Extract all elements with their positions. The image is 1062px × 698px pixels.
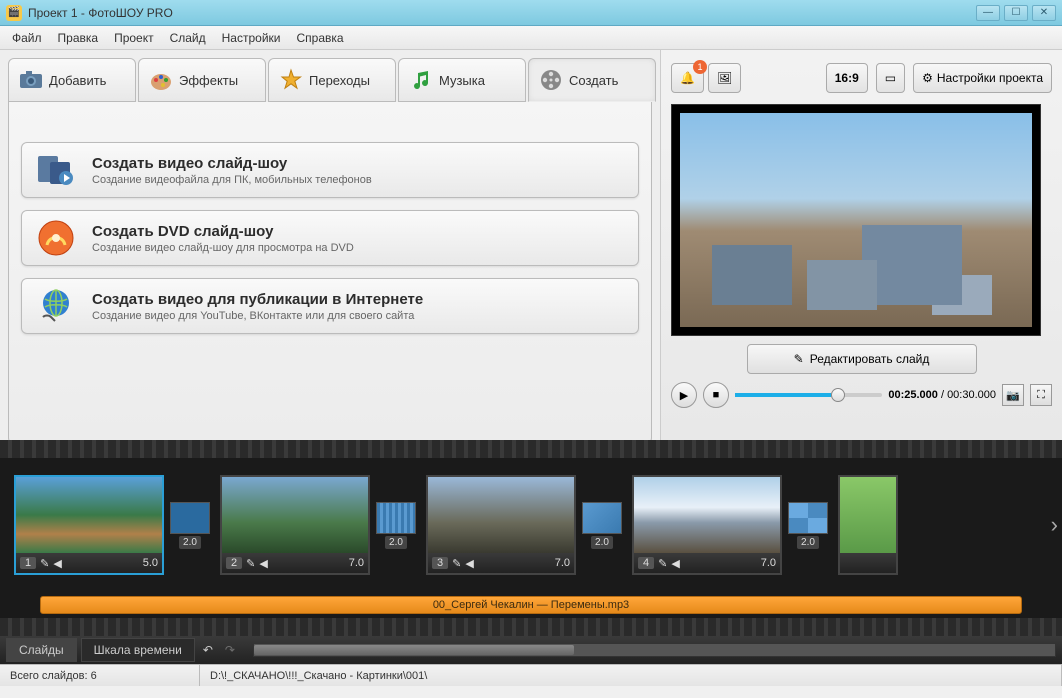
chevron-left-icon[interactable]: ◀	[53, 557, 61, 570]
menu-slide[interactable]: Слайд	[162, 31, 214, 45]
create-video-desc: Создание видеофайла для ПК, мобильных те…	[92, 174, 372, 186]
tab-music[interactable]: Музыка	[398, 58, 526, 102]
statusbar: Всего слайдов: 6 D:\!_СКАЧАНО\!!!_Скачан…	[0, 664, 1062, 686]
slide-thumb-2[interactable]: 2✎◀7.0	[220, 475, 370, 575]
create-dvd-desc: Создание видео слайд-шоу для просмотра н…	[92, 242, 354, 254]
tab-transitions[interactable]: Переходы	[268, 58, 396, 102]
view-slides-tab[interactable]: Слайды	[6, 638, 77, 662]
pencil-icon: ✎	[794, 352, 804, 366]
dvd-icon	[36, 218, 76, 258]
chevron-left-icon[interactable]: ◀	[259, 557, 267, 570]
globe-icon	[36, 286, 76, 326]
camera-small-icon: 📷	[1006, 389, 1020, 402]
notification-count: 1	[693, 60, 707, 74]
create-web-desc: Создание видео для YouTube, ВКонтакте ил…	[92, 310, 423, 322]
redo-button[interactable]: ↷	[221, 643, 239, 657]
edit-icon[interactable]: ✎	[246, 557, 255, 570]
stop-button[interactable]: ■	[703, 382, 729, 408]
create-dvd-title: Создать DVD слайд-шоу	[92, 223, 354, 240]
snapshot-button[interactable]: 📷	[1002, 384, 1024, 406]
notifications-button[interactable]: 🔔 1	[671, 63, 704, 93]
slide-thumb-1[interactable]: 1✎◀5.0	[14, 475, 164, 575]
app-icon: 🎬	[6, 5, 22, 21]
create-web-title: Создать видео для публикации в Интернете	[92, 291, 423, 308]
transition-4[interactable]: 2.0	[788, 502, 828, 549]
maximize-button[interactable]: ☐	[1004, 5, 1028, 21]
menu-help[interactable]: Справка	[288, 31, 351, 45]
create-panel: Создать видео слайд-шоу Создание видеофа…	[8, 102, 652, 444]
chevron-left-icon[interactable]: ◀	[465, 557, 473, 570]
tab-create[interactable]: Создать	[528, 58, 656, 102]
status-path: D:\!_СКАЧАНО\!!!_Скачано - Картинки\001\	[200, 665, 1062, 686]
play-button[interactable]: ▶	[671, 382, 697, 408]
view-timeline-tab[interactable]: Шкала времени	[81, 638, 195, 662]
chevron-left-icon[interactable]: ◀	[671, 557, 679, 570]
safe-zone-button[interactable]: ▭	[876, 63, 905, 93]
slide-thumb-5[interactable]	[838, 475, 898, 575]
music-icon	[409, 68, 433, 92]
expand-icon: ⛶	[1037, 389, 1045, 402]
tab-add[interactable]: Добавить	[8, 58, 136, 102]
audio-track[interactable]: 00_Сергей Чекалин — Перемены.mp3	[40, 596, 1022, 614]
video-file-icon	[36, 150, 76, 190]
seek-slider[interactable]	[735, 393, 882, 397]
slide-thumb-3[interactable]: 3✎◀7.0	[426, 475, 576, 575]
timeline-scrollbar[interactable]	[253, 643, 1056, 657]
timeline-scroll-right[interactable]: ›	[1051, 512, 1058, 538]
edit-icon[interactable]: ✎	[40, 557, 49, 570]
tab-effects[interactable]: Эффекты	[138, 58, 266, 102]
titlebar: 🎬 Проект 1 - ФотоШОУ PRO — ☐ ✕	[0, 0, 1062, 26]
fullscreen-button[interactable]: ⛶	[1030, 384, 1052, 406]
star-icon	[279, 68, 303, 92]
transition-3[interactable]: 2.0	[582, 502, 622, 549]
timeline: 1✎◀5.0 2.0 2✎◀7.0 2.0 3✎◀7.0 2.0 4✎◀7.0 …	[0, 440, 1062, 636]
undo-button[interactable]: ↶	[199, 643, 217, 657]
frame-icon: ▭	[885, 71, 896, 85]
window-title: Проект 1 - ФотоШОУ PRO	[28, 6, 173, 20]
menubar: Файл Правка Проект Слайд Настройки Справ…	[0, 26, 1062, 50]
camera-icon	[19, 68, 43, 92]
project-settings-button[interactable]: ⚙ Настройки проекта	[913, 63, 1052, 93]
slide-thumb-4[interactable]: 4✎◀7.0	[632, 475, 782, 575]
time-total: 00:30.000	[947, 389, 996, 401]
create-dvd-button[interactable]: Создать DVD слайд-шоу Создание видео сла…	[21, 210, 639, 266]
gallery-button[interactable]: 🖼	[708, 63, 741, 93]
reel-icon	[539, 68, 563, 92]
preview-area	[671, 104, 1041, 336]
edit-slide-button[interactable]: ✎ Редактировать слайд	[747, 344, 977, 374]
edit-icon[interactable]: ✎	[452, 557, 461, 570]
status-total-slides: Всего слайдов: 6	[0, 665, 200, 686]
edit-icon[interactable]: ✎	[658, 557, 667, 570]
images-icon: 🖼	[717, 71, 732, 85]
transition-1[interactable]: 2.0	[170, 502, 210, 549]
transition-2[interactable]: 2.0	[376, 502, 416, 549]
create-web-button[interactable]: Создать видео для публикации в Интернете…	[21, 278, 639, 334]
minimize-button[interactable]: —	[976, 5, 1000, 21]
menu-file[interactable]: Файл	[4, 31, 50, 45]
close-button[interactable]: ✕	[1032, 5, 1056, 21]
menu-settings[interactable]: Настройки	[214, 31, 289, 45]
aspect-ratio-button[interactable]: 16:9	[826, 63, 868, 93]
create-video-title: Создать видео слайд-шоу	[92, 155, 372, 172]
bell-icon: 🔔	[680, 71, 695, 85]
palette-icon	[149, 68, 173, 92]
menu-project[interactable]: Проект	[106, 31, 162, 45]
gear-icon: ⚙	[922, 71, 933, 85]
time-current: 00:25.000	[888, 389, 938, 401]
create-video-button[interactable]: Создать видео слайд-шоу Создание видеофа…	[21, 142, 639, 198]
menu-edit[interactable]: Правка	[50, 31, 107, 45]
